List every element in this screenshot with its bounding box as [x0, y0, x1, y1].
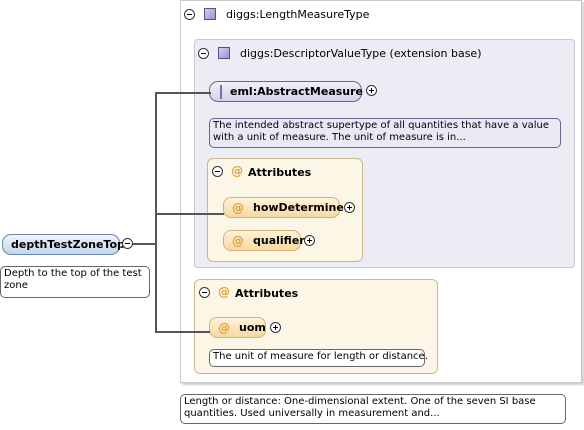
attribute-at-icon: @: [218, 320, 230, 335]
expand-icon[interactable]: [344, 202, 355, 213]
attribute-label: howDetermined: [253, 201, 352, 214]
type-doc: Length or distance: One-dimensional exte…: [180, 394, 566, 424]
root-doc: Depth to the top of the test zone: [0, 266, 150, 298]
collapse-icon[interactable]: [199, 287, 210, 298]
attribute-at-icon: @: [231, 164, 243, 178]
attribute-uom[interactable]: @ uom: [209, 317, 266, 338]
collapse-icon[interactable]: [198, 48, 209, 59]
attribute-qualifier[interactable]: @ qualifier: [223, 230, 305, 251]
abstract-measure-label: eml:AbstractMeasure: [230, 85, 364, 98]
expand-icon[interactable]: [304, 235, 315, 246]
type-label: diggs:LengthMeasureType: [226, 8, 370, 21]
attribute-label: qualifier: [253, 234, 305, 247]
root-element-label: depthTestZoneTop: [11, 238, 125, 251]
attribute-at-icon: @: [218, 285, 230, 299]
expand-icon[interactable]: [270, 322, 281, 333]
expand-icon[interactable]: [366, 85, 377, 96]
attribute-at-icon: @: [232, 233, 244, 248]
attribute-at-icon: @: [232, 200, 244, 215]
type-attributes-title: Attributes: [235, 287, 299, 300]
root-element[interactable]: depthTestZoneTop: [2, 234, 125, 255]
collapse-icon[interactable]: [184, 9, 195, 20]
base-attributes-title: Attributes: [248, 166, 312, 179]
attribute-how-determined[interactable]: @ howDetermined: [223, 197, 352, 218]
abstract-element-icon: [220, 84, 222, 99]
abstract-measure-doc: The intended abstract supertype of all q…: [209, 118, 561, 148]
collapse-icon[interactable]: [212, 166, 223, 177]
abstract-measure-element[interactable]: eml:AbstractMeasure: [209, 81, 364, 102]
base-label: diggs:DescriptorValueType (extension bas…: [240, 47, 482, 60]
uom-doc: The unit of measure for length or distan…: [209, 349, 428, 367]
attribute-label: uom: [239, 321, 266, 334]
complex-type-icon: [218, 47, 230, 59]
collapse-icon[interactable]: [122, 238, 133, 249]
complex-type-icon: [204, 8, 216, 20]
